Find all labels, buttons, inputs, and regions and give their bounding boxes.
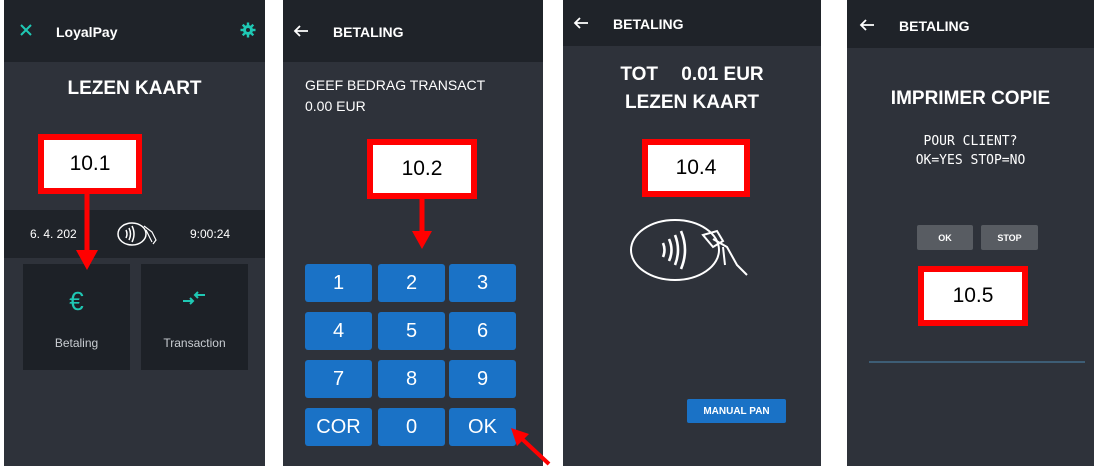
key-6[interactable]: 6 (449, 312, 516, 350)
prompt-line-1: POUR CLIENT? (923, 134, 1018, 149)
back-arrow-icon[interactable] (573, 16, 589, 30)
callout-arrow (412, 199, 432, 249)
status-strip: 6. 4. 202 9:00:24 (4, 210, 265, 258)
stop-button[interactable]: STOP (981, 225, 1038, 250)
total-amount: 0.01 EUR (681, 64, 764, 85)
screen-loyalpay-home: LoyalPay LEZEN KAART 6. 4. 202 9:00:24 €… (4, 0, 265, 466)
time-text: 9:00:24 (190, 227, 231, 241)
app-bar: BETALING (563, 0, 821, 46)
manual-pan-button[interactable]: MANUAL PAN (687, 399, 786, 423)
screen-print-copy: BETALING IMPRIMER COPIE POUR CLIENT? OK=… (847, 0, 1094, 466)
back-arrow-icon[interactable] (859, 18, 875, 32)
callout-10-2: 10.2 (367, 139, 477, 199)
callout-10-5: 10.5 (918, 266, 1028, 326)
transfer-arrows-icon (181, 288, 207, 308)
progress-divider (869, 361, 1085, 363)
screen-title: BETALING (899, 18, 970, 34)
transaction-tile[interactable]: Transaction (141, 264, 248, 370)
key-2[interactable]: 2 (378, 264, 445, 302)
app-bar: BETALING (847, 0, 1094, 48)
screen-heading: LEZEN KAART (624, 92, 760, 113)
screen-betaling-amount: BETALING GEEF BEDRAG TRANSACT 0.00 EUR 1… (283, 0, 543, 466)
key-9[interactable]: 9 (449, 360, 516, 398)
app-bar: BETALING (283, 0, 543, 62)
prompt-line-2: OK=YES STOP=NO (915, 153, 1026, 168)
close-icon[interactable] (18, 22, 34, 38)
total-label: TOT (620, 64, 658, 85)
key-3[interactable]: 3 (449, 264, 516, 302)
key-5[interactable]: 5 (378, 312, 445, 350)
key-8[interactable]: 8 (378, 360, 445, 398)
amount-value: 0.00 EUR (305, 98, 366, 114)
key-1[interactable]: 1 (305, 264, 372, 302)
screen-title: BETALING (613, 16, 684, 32)
contactless-icon (114, 220, 160, 248)
euro-icon: € (69, 286, 84, 316)
screen-heading: LEZEN KAART (67, 78, 202, 99)
app-title: LoyalPay (56, 24, 118, 40)
date-text: 6. 4. 202 (30, 227, 77, 241)
callout-10-1: 10.1 (38, 134, 142, 194)
contactless-icon (629, 215, 753, 285)
ok-button[interactable]: OK (917, 225, 973, 250)
screen-heading: IMPRIMER COPIE (890, 88, 1051, 109)
amount-prompt: GEEF BEDRAG TRANSACT (305, 77, 486, 93)
callout-arrow (76, 194, 98, 270)
app-bar: LoyalPay (4, 0, 265, 62)
key-7[interactable]: 7 (305, 360, 372, 398)
key-0[interactable]: 0 (378, 408, 445, 446)
total-line: TOT 0.01 EUR (563, 64, 821, 86)
tile-label: Betaling (54, 336, 99, 350)
key-cor[interactable]: COR (305, 408, 372, 446)
ok-pointer-arrow (511, 428, 551, 466)
screen-title: BETALING (333, 24, 404, 40)
betaling-tile[interactable]: € Betaling (23, 264, 130, 370)
screen-betaling-read-card: BETALING TOT 0.01 EUR LEZEN KAART 10.4 M… (563, 0, 821, 466)
callout-10-4: 10.4 (642, 139, 750, 197)
key-4[interactable]: 4 (305, 312, 372, 350)
gear-icon[interactable] (240, 22, 256, 38)
back-arrow-icon[interactable] (293, 24, 309, 38)
tile-label: Transaction (163, 336, 226, 350)
